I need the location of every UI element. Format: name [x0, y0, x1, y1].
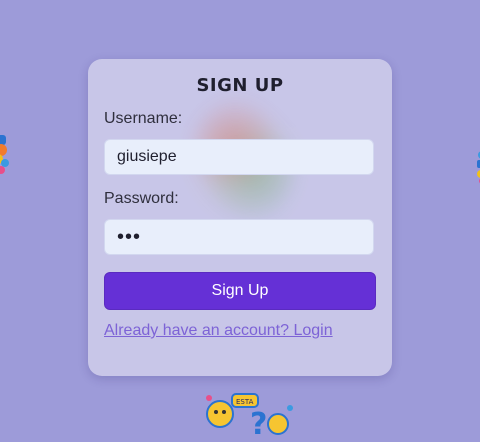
page-title: Sign Up	[196, 75, 284, 96]
password-value: •••	[117, 226, 142, 248]
svg-text:ESTA: ESTA	[236, 398, 254, 406]
sticker-bottom-icon: ESTA ?	[192, 390, 302, 442]
login-link[interactable]: Already have an account? Login	[104, 322, 333, 340]
password-input[interactable]: •••	[104, 219, 374, 255]
sticker-left-icon	[0, 132, 12, 176]
sign-up-button[interactable]: Sign Up	[104, 272, 376, 310]
username-value: giusiepe	[117, 148, 177, 165]
username-input[interactable]: giusiepe	[104, 139, 374, 175]
signup-card: Sign Up Username: giusiepe Password: •••…	[88, 59, 392, 376]
username-label: Username:	[104, 110, 183, 127]
sticker-right-icon	[474, 150, 480, 186]
password-label: Password:	[104, 190, 179, 207]
svg-text:?: ?	[250, 407, 267, 438]
